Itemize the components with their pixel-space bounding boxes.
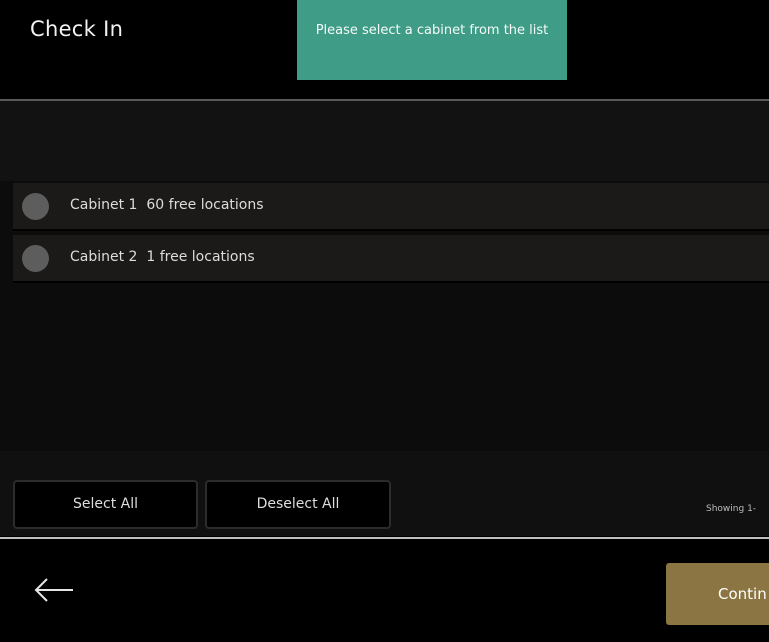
deselect-all-button[interactable]: Deselect All bbox=[205, 480, 391, 529]
cabinet-label: Cabinet 2 1 free locations bbox=[70, 249, 255, 265]
continue-button[interactable]: Contin bbox=[666, 563, 769, 625]
footer-bar bbox=[0, 539, 769, 642]
cabinet-free-locations: 1 free locations bbox=[146, 249, 255, 265]
radio-button[interactable] bbox=[22, 245, 49, 272]
notification-toast: Please select a cabinet from the list bbox=[297, 0, 567, 80]
list-item-cabinet-1[interactable]: Cabinet 1 60 free locations bbox=[13, 183, 769, 231]
radio-button[interactable] bbox=[22, 193, 49, 220]
cabinet-label: Cabinet 1 60 free locations bbox=[70, 197, 264, 213]
cabinet-list-panel: Cabinet 1 60 free locations Cabinet 2 1 … bbox=[0, 101, 769, 536]
cabinet-free-locations: 60 free locations bbox=[146, 197, 264, 213]
select-all-button[interactable]: Select All bbox=[13, 480, 198, 529]
page-title: Check In bbox=[30, 17, 124, 41]
pagination-status: Showing 1- bbox=[706, 504, 757, 514]
cabinet-name: Cabinet 2 bbox=[70, 249, 138, 265]
header-bar: Check In Please select a cabinet from th… bbox=[0, 0, 769, 101]
list-header-space bbox=[0, 101, 769, 181]
list-item-cabinet-2[interactable]: Cabinet 2 1 free locations bbox=[13, 235, 769, 283]
cabinet-name: Cabinet 1 bbox=[70, 197, 138, 213]
arrow-left-icon[interactable] bbox=[33, 575, 75, 605]
